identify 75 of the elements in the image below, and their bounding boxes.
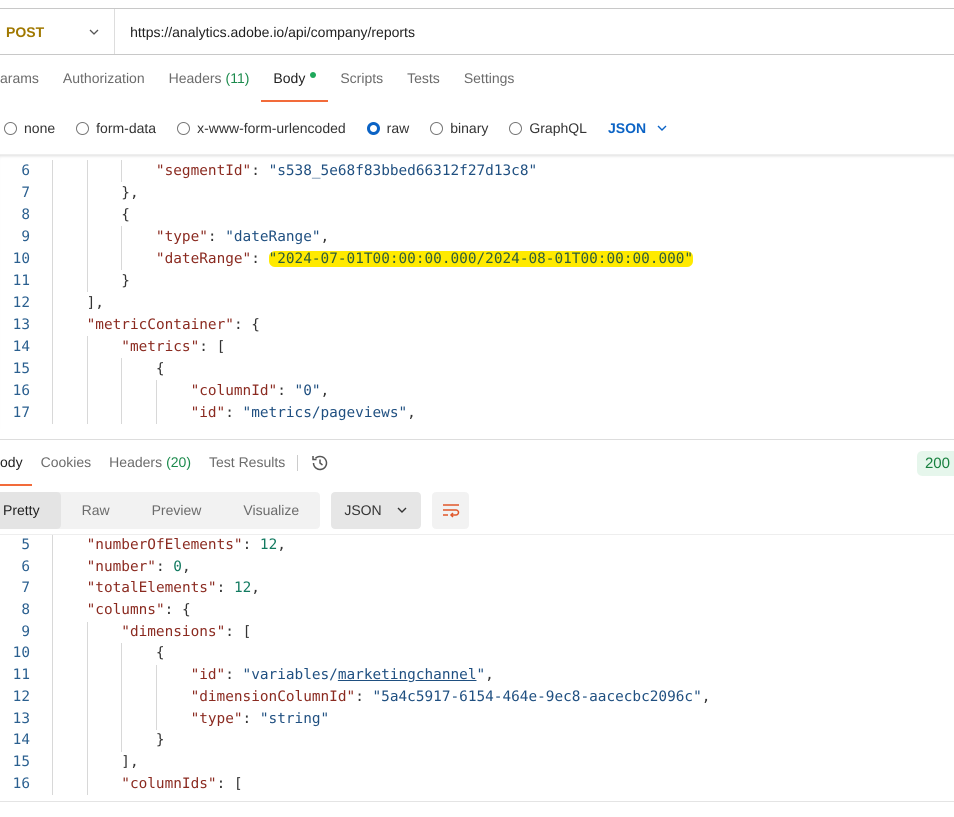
line-number: 16 (12, 382, 30, 401)
code-line: "metricContainer": { (86, 316, 260, 335)
view-mode-option[interactable]: Pretty (0, 492, 61, 528)
code-line: "type": "string" (190, 710, 330, 728)
code-line: "totalElements": 12, (86, 579, 260, 598)
body-type-radio[interactable]: binary (430, 120, 488, 136)
code-line: { (156, 644, 165, 664)
body-type-radio[interactable]: form-data (76, 120, 156, 136)
line-number: 11 (12, 272, 30, 291)
code-line: { (156, 360, 165, 379)
line-number: 9 (20, 622, 30, 642)
request-tab[interactable]: Settings (452, 56, 526, 102)
code-line: "id": "metrics/pageviews", (190, 404, 416, 423)
response-tab[interactable]: ody (0, 440, 32, 486)
code-line: "number": 0, (86, 558, 191, 577)
wrap-lines-icon (442, 502, 460, 518)
history-icon[interactable] (310, 453, 330, 473)
body-type-radio[interactable]: x-www-form-urlencoded (177, 120, 346, 136)
code-line: } (121, 272, 130, 291)
line-number: 14 (12, 338, 30, 357)
view-mode-option[interactable]: Preview (130, 492, 222, 528)
request-tab[interactable]: Scripts (328, 56, 396, 102)
code-line: "segmentId": "s538_5e68f83bbed66312f27d13c8" (156, 162, 538, 181)
language-dropdown[interactable]: JSON (608, 120, 668, 136)
line-number: 13 (12, 316, 30, 335)
code-line: "numberOfElements": 12, (86, 536, 286, 555)
code-line: "type": "dateRange", (156, 228, 330, 247)
code-line: "columns": { (86, 601, 191, 620)
line-number: 5 (20, 536, 30, 555)
code-line: "id": "variables/marketingchannel", (190, 666, 494, 686)
code-line: "dimensions": [ (121, 622, 252, 642)
view-mode-option[interactable]: Visualize (222, 492, 320, 528)
code-line: "columnIds": [ (121, 774, 243, 794)
request-tab[interactable]: Authorization (50, 56, 157, 102)
line-number: 7 (20, 184, 30, 203)
code-line: ], (86, 294, 104, 313)
body-type-radio[interactable]: none (4, 120, 56, 136)
line-number: 13 (12, 710, 30, 728)
line-number: 15 (12, 360, 30, 379)
line-number: 10 (12, 644, 30, 664)
code-line: } (156, 731, 165, 750)
line-number: 9 (20, 228, 30, 247)
response-tab[interactable]: Cookies (32, 440, 100, 486)
body-type-radio[interactable]: GraphQL (509, 120, 587, 136)
line-number: 6 (20, 162, 30, 181)
code-line: { (121, 206, 130, 225)
request-tab[interactable]: Headers (11) (156, 56, 262, 102)
code-line: "dimensionColumnId": "5a4c5917-6154-464e-9ec8-aacecbc2096c", (190, 688, 710, 707)
request-tab[interactable]: Body (261, 56, 328, 102)
request-tab[interactable]: arams (0, 56, 51, 102)
line-number: 6 (20, 558, 30, 577)
line-number: 8 (20, 206, 30, 225)
wrap-lines-button[interactable] (432, 492, 469, 528)
line-number: 11 (12, 666, 30, 686)
body-type-radio[interactable]: raw (366, 120, 410, 136)
view-mode-option[interactable]: Raw (60, 492, 131, 528)
line-number: 10 (12, 250, 30, 269)
status-badge: 200 (916, 450, 954, 476)
code-line: "dateRange": "2024-07-01T00:00:00.000/2024-08-01T00:00:00.000" (156, 250, 694, 269)
line-number: 7 (20, 579, 30, 598)
line-number: 16 (12, 774, 30, 794)
format-dropdown[interactable]: JSON (331, 492, 421, 528)
code-line: ], (121, 752, 139, 772)
line-number: 12 (12, 294, 30, 313)
code-line: "columnId": "0", (190, 382, 330, 401)
response-tab[interactable]: Headers (20) (100, 440, 200, 486)
code-line: }, (121, 184, 139, 203)
code-line: "metrics": [ (121, 338, 226, 357)
line-number: 14 (12, 731, 30, 750)
response-tab[interactable]: Test Results (200, 440, 294, 486)
request-tab[interactable]: Tests (395, 56, 452, 102)
line-number: 15 (12, 752, 30, 772)
line-number: 8 (20, 601, 30, 620)
line-number: 17 (12, 404, 30, 423)
line-number: 12 (12, 688, 30, 707)
